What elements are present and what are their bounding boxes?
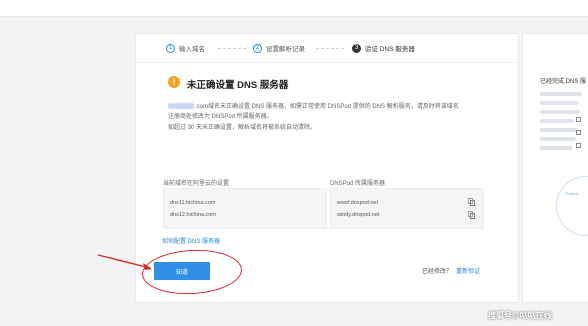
side-text-line: [540, 137, 576, 141]
copy-icon[interactable]: [576, 117, 581, 122]
modified-question: 已经修改？: [422, 269, 453, 275]
circle-label: Submit: [566, 191, 579, 196]
copy-icon[interactable]: [576, 143, 581, 148]
side-text-line: [540, 110, 580, 114]
side-panel: [522, 33, 588, 303]
recheck-link[interactable]: 重新验证: [456, 266, 480, 275]
copy-icon[interactable]: [576, 130, 581, 135]
side-text-line: [540, 92, 582, 96]
side-text-line: [540, 119, 574, 123]
confirm-button[interactable]: 知道: [154, 262, 210, 280]
side-text-line: [540, 146, 572, 150]
side-title: 已经完成 DNS 服: [540, 79, 587, 85]
side-text-line: [540, 101, 578, 105]
red-arrow-annotation: [97, 254, 152, 270]
side-text-line: [540, 128, 578, 132]
watermark: 搜狐号@咕咕在线: [488, 311, 552, 320]
